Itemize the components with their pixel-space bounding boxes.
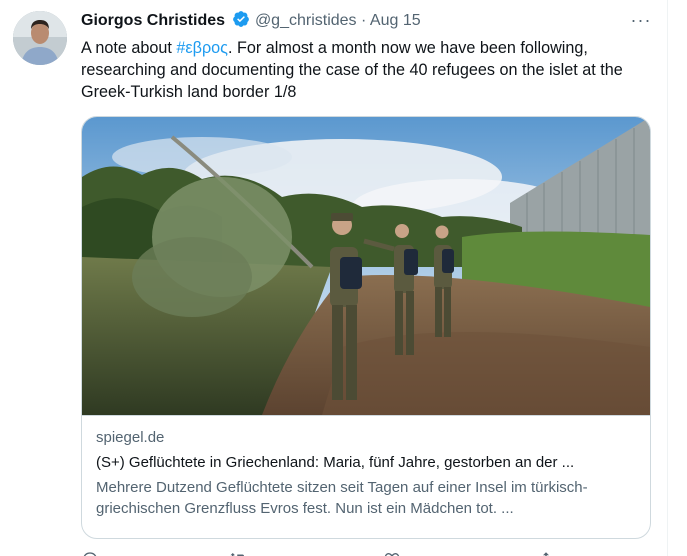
author-handle[interactable]: @g_christides (255, 12, 357, 29)
tweet-header: Giorgos Christides @g_christides · Aug 1… (81, 10, 657, 32)
card-title: (S+) Geflüchtete in Griechenland: Maria,… (96, 454, 575, 471)
tweet-date[interactable]: Aug 15 (370, 12, 421, 29)
reply-icon[interactable] (81, 550, 99, 556)
tweet-text-lead: A note about (81, 39, 177, 57)
separator-dot: · (361, 12, 367, 29)
share-icon[interactable] (537, 550, 555, 556)
more-icon[interactable]: ··· (626, 10, 656, 32)
like-icon[interactable] (383, 550, 401, 556)
timeline-divider (667, 0, 668, 556)
link-preview-card[interactable]: spiegel.de (S+) Geflüchtete in Griechenl… (81, 116, 651, 539)
tweet-actions (81, 546, 656, 556)
card-description: Mehrere Dutzend Geflüchtete sitzen seit … (96, 479, 588, 517)
avatar[interactable] (13, 11, 67, 65)
card-body[interactable]: spiegel.de (S+) Geflüchtete in Griechenl… (82, 416, 650, 538)
hashtag-link[interactable]: #εβρος (176, 39, 228, 57)
verified-badge-icon (232, 10, 250, 33)
tweet-text: A note about #εβρος. For almost a month … (81, 37, 656, 103)
card-domain: spiegel.de (96, 429, 165, 446)
retweet-icon[interactable] (229, 550, 247, 556)
author-name[interactable]: Giorgos Christides (81, 12, 225, 29)
card-image[interactable] (82, 117, 650, 416)
